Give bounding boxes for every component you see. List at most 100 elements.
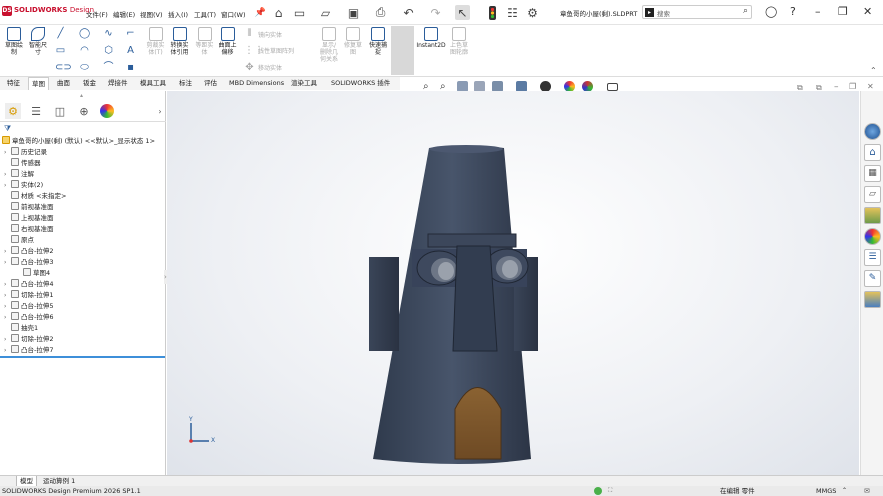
linear-pattern-icon[interactable]: ⋮⋮ [244, 45, 264, 56]
minimize-button[interactable]: – [815, 5, 821, 18]
expand-chevron-icon[interactable]: › [4, 345, 11, 356]
tab-0[interactable]: 特征 [4, 77, 23, 90]
help-icon[interactable]: ? [790, 5, 796, 18]
tree-item[interactable]: › 切除-拉伸2 [4, 334, 53, 345]
solidworks-resources-icon[interactable] [864, 123, 881, 140]
tree-item[interactable]: 草图4 [16, 268, 50, 279]
expand-chevron-icon[interactable]: › [4, 279, 11, 290]
tree-item[interactable]: 上视基准面 [4, 213, 54, 224]
tree-item[interactable]: › 凸台-拉伸6 [4, 312, 53, 323]
forum-icon[interactable]: ✎ [864, 270, 881, 287]
expand-chevron-icon[interactable]: › [4, 334, 11, 345]
pin-icon[interactable]: 📌 [253, 5, 268, 20]
slot-icon[interactable]: ⊂⊃ [55, 62, 72, 73]
home-icon[interactable]: ⌂ [271, 5, 286, 20]
toolbox-icon[interactable] [864, 291, 881, 308]
menu-item-2[interactable]: 视图(V) [140, 9, 163, 19]
tree-root[interactable]: 章鱼哥的小屋(剩) (默认) <<默认>_显示状态 1> [2, 136, 155, 147]
offset-entities-button[interactable]: 等距实 体 [193, 27, 216, 56]
expand-chevron-icon[interactable]: › [4, 169, 11, 180]
status-expand-icon[interactable]: ⛶ [608, 486, 612, 496]
search-scope-icon[interactable]: ▸ [645, 8, 654, 17]
move-entities-label[interactable]: 移动实体 [258, 63, 282, 72]
expand-chevron-icon[interactable]: › [4, 246, 11, 257]
view-settings-icon[interactable] [607, 83, 618, 91]
search-icon[interactable]: ⌕ [743, 6, 748, 16]
ellipse-icon[interactable]: ⬭ [79, 62, 90, 73]
mirror-icon[interactable]: ⫴ [244, 28, 255, 39]
file-properties-icon[interactable]: ☷ [505, 5, 520, 20]
tree-item[interactable]: › 实体(2) [4, 180, 43, 191]
tab-7[interactable]: 评估 [201, 77, 220, 90]
feature-manager-tab-icon[interactable]: ⚙ [5, 103, 21, 119]
move-icon[interactable]: ✥ [244, 62, 255, 73]
property-manager-tab-icon[interactable]: ☰ [28, 103, 44, 119]
line-icon[interactable]: ╱ [55, 28, 66, 39]
expand-chevron-icon[interactable]: › [4, 147, 11, 158]
display-manager-tab-icon[interactable] [100, 104, 114, 118]
dimxpert-tab-icon[interactable]: ⊕ [76, 103, 92, 119]
arc-icon[interactable]: ◠ [79, 45, 90, 56]
tab-6[interactable]: 标注 [176, 77, 195, 90]
sketch-button[interactable]: 草图绘 制 [3, 27, 25, 56]
custom-properties-icon[interactable]: ☰ [864, 249, 881, 266]
home-tab-icon[interactable]: ⌂ [864, 144, 881, 161]
expand-chevron-icon[interactable]: › [4, 290, 11, 301]
convert-entities-button[interactable]: 转换实 体引用 [168, 27, 191, 56]
app-logo[interactable]: DS SOLIDWORKS Design [2, 6, 94, 16]
tab-10[interactable]: SOLIDWORKS 插件 [328, 77, 393, 90]
linear-pattern-label[interactable]: 线性草图阵列 [258, 46, 294, 55]
offset-on-surface-button[interactable]: 曲面上 偏移 [216, 27, 239, 56]
tree-item[interactable]: 材质 <未指定> [4, 191, 66, 202]
sketch-fillet-icon[interactable]: ⌐ [125, 28, 136, 39]
tab-8[interactable]: MBD Dimensions [226, 77, 287, 90]
trim-entities-button[interactable]: 剪裁实 体(T) [144, 27, 167, 56]
new-document-icon[interactable]: ▭ [292, 5, 307, 20]
point-icon[interactable]: ⌒ [103, 62, 114, 73]
menu-item-4[interactable]: 工具(T) [194, 9, 216, 19]
tree-item[interactable]: 传感器 [4, 158, 41, 169]
options-gear-icon[interactable]: ⚙ [525, 5, 540, 20]
open-icon[interactable]: ▱ [318, 5, 333, 20]
tree-item[interactable]: 原点 [4, 235, 34, 246]
redo-icon[interactable]: ↷ [428, 5, 443, 20]
expand-chevron-icon[interactable]: › [4, 312, 11, 323]
user-account-icon[interactable]: ◯ [765, 5, 777, 18]
panel-expand-icon[interactable]: › [152, 103, 168, 119]
tree-item[interactable]: › 凸台-拉伸3 [4, 257, 53, 268]
polygon-icon[interactable]: ⬡ [103, 45, 114, 56]
tree-item[interactable]: 右视基准面 [4, 224, 54, 235]
search-box[interactable]: ▸ 搜索 ⌕ [642, 5, 752, 19]
design-library-icon[interactable]: ▦ [864, 165, 881, 182]
menu-item-0[interactable]: 文件(F) [86, 9, 108, 19]
collapse-ribbon-icon[interactable]: ⌃ [870, 66, 877, 75]
text-icon[interactable]: A [125, 45, 136, 56]
tree-item[interactable]: › 切除-拉伸1 [4, 290, 53, 301]
plane-icon[interactable]: ▪ [125, 62, 136, 73]
menu-item-3[interactable]: 插入(I) [168, 9, 188, 19]
tree-item[interactable]: 前视基准面 [4, 202, 54, 213]
expand-chevron-icon[interactable]: › [4, 301, 11, 312]
tab-5[interactable]: 模具工具 [137, 77, 169, 90]
model-render[interactable] [167, 91, 859, 475]
tree-item[interactable]: › 凸台-拉伸5 [4, 301, 53, 312]
doc-close-button[interactable]: ✕ [867, 82, 874, 91]
undo-icon[interactable]: ↶ [401, 5, 416, 20]
select-icon[interactable]: ↖ [455, 5, 470, 20]
units-selector[interactable]: MMGS [816, 486, 836, 496]
panel-collapse-icon[interactable]: ▴ [80, 92, 83, 99]
tab-4[interactable]: 焊接件 [105, 77, 131, 90]
notifications-icon[interactable]: ✉ [864, 486, 870, 496]
save-icon[interactable]: ▣ [346, 5, 361, 20]
rebuild-status-icon[interactable] [594, 487, 602, 495]
doc-restore-button[interactable]: ❐ [849, 82, 856, 91]
traffic-light-icon[interactable] [485, 5, 500, 20]
instant2d-button[interactable]: Instant2D [416, 27, 446, 49]
close-button[interactable]: ✕ [863, 5, 872, 18]
tree-item[interactable]: › 注解 [4, 169, 34, 180]
tree-item[interactable]: › 凸台-拉伸4 [4, 279, 53, 290]
rollback-bar[interactable] [0, 356, 165, 358]
spline-icon[interactable]: ∿ [103, 28, 114, 39]
tree-item[interactable]: 抽壳1 [4, 323, 38, 334]
units-chevron-icon[interactable]: ⌃ [842, 486, 847, 496]
